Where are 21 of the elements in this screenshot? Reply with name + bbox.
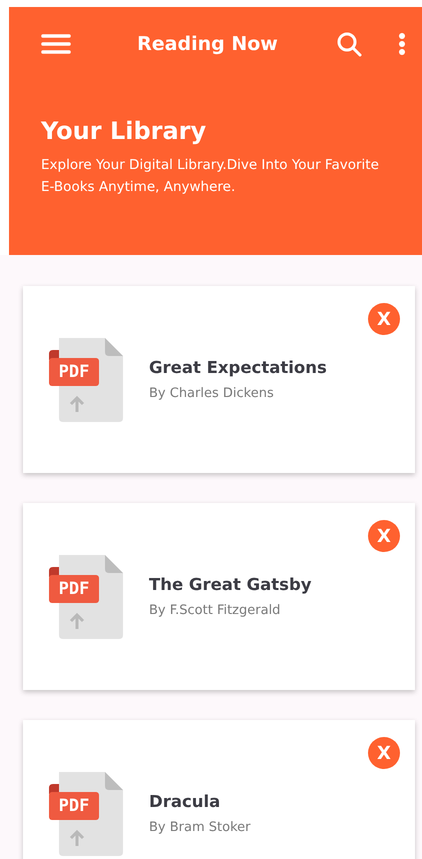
book-card[interactable]: X PDF The Great Gatsby By F.Scott Fitzgerald xyxy=(23,503,415,690)
book-card[interactable]: X PDF Great Expectations By Charles Dickens xyxy=(23,286,415,473)
book-title: Great Expectations xyxy=(149,358,327,377)
book-author: By F.Scott Fitzgerald xyxy=(149,603,282,618)
more-button[interactable] xyxy=(398,32,406,56)
pdf-label: PDF xyxy=(49,792,99,820)
library-heading: Your Library xyxy=(41,117,208,145)
more-icon xyxy=(398,32,406,56)
menu-icon xyxy=(41,33,71,55)
book-author: By Charles Dickens xyxy=(149,386,275,401)
book-author: By Bram Stoker xyxy=(149,820,250,835)
pdf-label: PDF xyxy=(49,358,99,386)
book-card[interactable]: X PDF Dracula By Bram Stoker xyxy=(23,720,415,859)
search-button[interactable] xyxy=(336,31,362,57)
app-title: Reading Now xyxy=(136,33,279,55)
book-title: Dracula xyxy=(149,792,222,811)
library-description: Explore Your Digital Library.Dive Into Your Favorite E-Books Anytime, Anywhere. xyxy=(41,156,380,197)
pdf-label: PDF xyxy=(49,574,99,602)
search-icon xyxy=(336,31,362,57)
menu-button[interactable] xyxy=(41,33,71,55)
book-title: The Great Gatsby xyxy=(149,575,312,594)
